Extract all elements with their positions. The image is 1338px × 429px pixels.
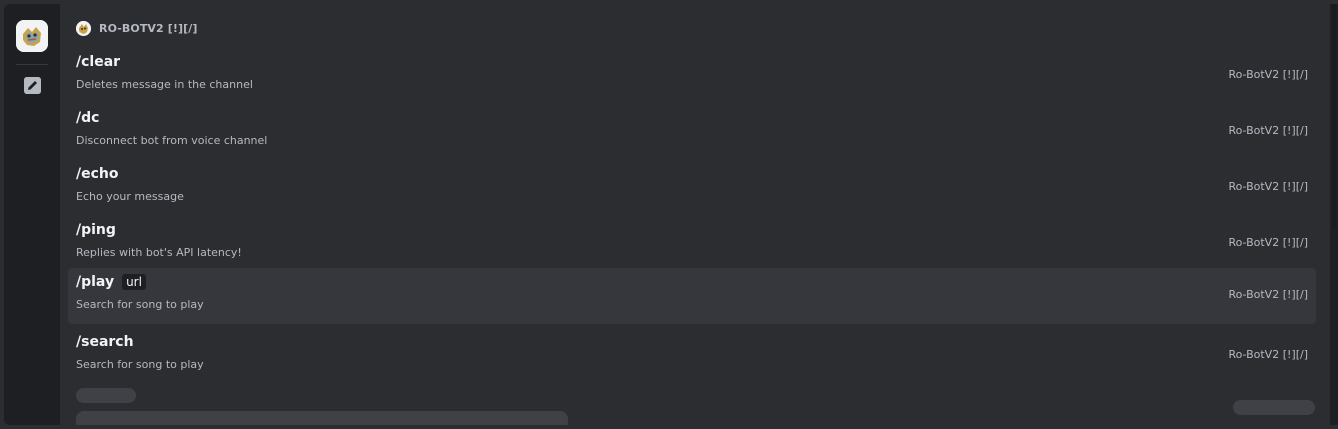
command-name: /clear [76,54,121,70]
command-description: Replies with bot's API latency! [76,246,242,259]
command-name: /play [76,274,115,290]
pencil-icon [24,77,41,94]
bot-avatar-button[interactable] [16,20,48,52]
command-item-ping[interactable]: /ping Replies with bot's API latency! Ro… [68,216,1316,272]
bot-name: RO-BOTV2 [!][/] [99,21,198,35]
command-source: Ro-BotV2 [!][/] [1228,348,1308,361]
command-picker-window: RO-BOTV2 [!][/] /clear Deletes message i… [0,0,1338,429]
command-item-clear[interactable]: /clear Deletes message in the channel Ro… [68,48,1316,104]
command-name: /echo [76,166,119,182]
command-description: Disconnect bot from voice channel [76,134,268,147]
command-source: Ro-BotV2 [!][/] [1228,124,1308,137]
app-sidebar [4,4,60,425]
command-name: /dc [76,110,100,126]
bot-avatar [76,20,91,36]
bot-mascot-icon [16,20,48,52]
command-name: /search [76,334,134,350]
loading-placeholder [76,388,136,403]
bot-mascot-icon [76,20,91,36]
scrollbar-thumb[interactable] [1332,4,1336,229]
command-description: Search for song to play [76,298,204,311]
command-source: Ro-BotV2 [!][/] [1228,180,1308,193]
command-name: /ping [76,222,116,238]
command-option-tag: url [122,274,146,290]
command-item-play[interactable]: /play url Search for song to play Ro-Bot… [68,268,1316,324]
command-item-search[interactable]: /search Search for song to play Ro-BotV2… [68,328,1316,384]
loading-placeholder [76,411,568,425]
command-description: Deletes message in the channel [76,78,253,91]
command-item-echo[interactable]: /echo Echo your message Ro-BotV2 [!][/] [68,160,1316,216]
command-description: Echo your message [76,190,184,203]
bot-section-header: RO-BOTV2 [!][/] [76,20,197,36]
command-source: Ro-BotV2 [!][/] [1228,68,1308,81]
command-list-panel: RO-BOTV2 [!][/] /clear Deletes message i… [60,4,1330,425]
scrollbar-track[interactable] [1330,4,1338,425]
command-item-dc[interactable]: /dc Disconnect bot from voice channel Ro… [68,104,1316,160]
command-source: Ro-BotV2 [!][/] [1228,236,1308,249]
command-source: Ro-BotV2 [!][/] [1228,288,1308,301]
edit-button[interactable] [24,77,41,94]
sidebar-divider [16,64,48,65]
loading-placeholder [1233,400,1315,415]
command-description: Search for song to play [76,358,204,371]
